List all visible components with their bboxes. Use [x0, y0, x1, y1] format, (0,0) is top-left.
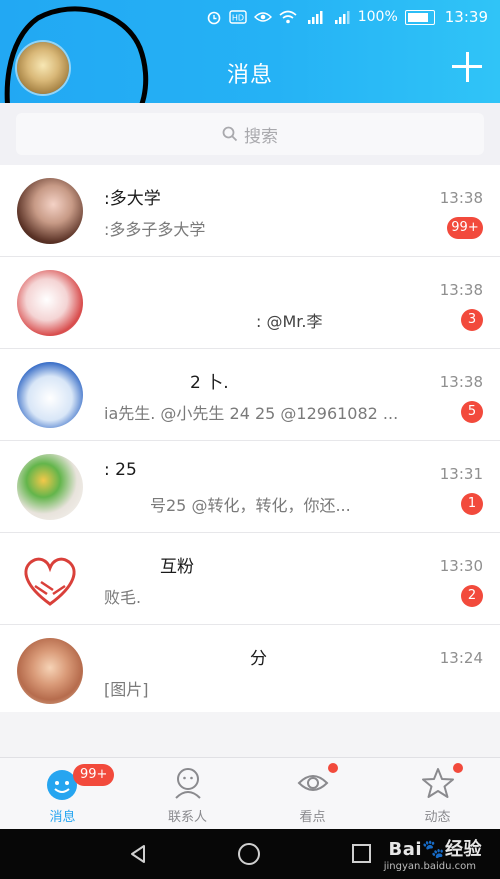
conversation-preview: [图片]	[104, 680, 149, 699]
watermark-brand-2: 经验	[445, 839, 482, 860]
unread-badge: 99+	[447, 217, 483, 239]
conversation-name: 分	[250, 649, 267, 669]
app-header: HD 100% 13:39 消息	[0, 0, 500, 103]
conversation-preview: :多多子多大学	[104, 220, 206, 239]
heart-hands-icon	[24, 557, 76, 606]
watermark-logo: Bai🐾经验	[389, 835, 482, 861]
unread-badge: 5	[461, 401, 483, 423]
tab-label: 动态	[424, 810, 451, 825]
system-nav-bar: Bai🐾经验 jingyan.baidu.com	[0, 829, 500, 879]
watermark-brand: Bai	[388, 839, 423, 860]
conversation-time: 13:38	[439, 281, 483, 299]
status-bar: HD 100% 13:39	[206, 4, 488, 30]
back-icon[interactable]	[128, 844, 148, 864]
conversation-name: : 25	[104, 460, 137, 480]
tab-kandian[interactable]: 看点	[250, 758, 375, 830]
battery-percent: 100%	[357, 9, 398, 25]
conversation-time: 13:31	[439, 465, 483, 483]
signal-2g-icon	[334, 11, 350, 24]
unread-badge: 2	[461, 585, 483, 607]
conversation-preview: 号25 @转化，转化，你还...	[150, 496, 351, 515]
bottom-tab-bar: 99+ 消息 联系人 看点 动态	[0, 757, 500, 830]
conversation-row[interactable]: :多大学 :多多子多大学 13:38 99+	[0, 165, 500, 257]
contact-avatar	[17, 454, 83, 520]
conversation-row[interactable]: : 25 号25 @转化，转化，你还... 13:31 1	[0, 441, 500, 533]
tab-label: 看点	[299, 810, 326, 825]
paw-icon: 🐾	[422, 839, 445, 860]
tab-moments[interactable]: 动态	[375, 758, 500, 830]
search-area: 搜索	[0, 103, 500, 165]
conversation-name: 2 卜.	[190, 373, 229, 393]
conversation-row[interactable]: 2 卜. ia先生. @小先生 24 25 @12961082 ... 13:3…	[0, 349, 500, 441]
battery-icon	[404, 9, 435, 25]
conversation-name: :多大学	[104, 189, 161, 209]
contact-avatar	[17, 638, 83, 704]
contact-avatar	[17, 270, 83, 336]
eye-view-icon	[297, 775, 329, 791]
tab-label: 联系人	[167, 810, 207, 825]
unread-badge: 3	[461, 309, 483, 331]
conversation-row[interactable]: 互粉 败毛. 13:30 2	[0, 533, 500, 625]
star-icon	[422, 768, 454, 798]
conversation-time: 13:24	[439, 649, 483, 667]
page-title: 消息	[226, 63, 273, 88]
conversation-time: 13:30	[439, 557, 483, 575]
home-icon[interactable]	[238, 843, 260, 865]
recent-apps-icon[interactable]	[352, 844, 371, 863]
watermark-url: jingyan.baidu.com	[383, 861, 476, 872]
contact-avatar	[17, 546, 83, 612]
wifi-icon	[279, 10, 297, 24]
new-content-dot	[453, 763, 463, 773]
tab-unread-badge: 99+	[73, 764, 115, 786]
signal-4g-icon	[307, 11, 323, 24]
svg-text:HD: HD	[232, 14, 244, 23]
contact-avatar	[17, 178, 83, 244]
eye-icon	[253, 12, 272, 22]
search-icon	[222, 126, 238, 142]
clock: 13:39	[444, 8, 488, 26]
tab-contacts[interactable]: 联系人	[125, 758, 250, 830]
conversation-time: 13:38	[439, 189, 483, 207]
conversation-row[interactable]: 分 [图片] 13:24	[0, 625, 500, 717]
conversation-name: 互粉	[160, 557, 194, 577]
list-end-spacer	[0, 712, 500, 757]
unread-badge: 1	[461, 493, 483, 515]
conversation-time: 13:38	[439, 373, 483, 391]
alarm-icon	[207, 11, 221, 25]
hd-icon: HD	[229, 10, 247, 24]
conversation-row[interactable]: : @Mr.李 13:38 3	[0, 257, 500, 349]
contact-avatar	[17, 362, 83, 428]
conversation-preview: ia先生. @小先生 24 25 @12961082 ...	[104, 404, 399, 423]
search-input[interactable]: 搜索	[16, 113, 484, 155]
conversation-list: :多大学 :多多子多大学 13:38 99+ : @Mr.李 13:38 3 2…	[0, 165, 500, 717]
conversation-preview: 败毛.	[104, 588, 142, 607]
tab-messages[interactable]: 99+ 消息	[0, 758, 125, 830]
add-plus-button[interactable]	[452, 52, 482, 82]
contacts-icon	[175, 768, 201, 799]
new-content-dot	[328, 763, 338, 773]
tab-label: 消息	[49, 810, 76, 825]
search-placeholder: 搜索	[244, 126, 278, 147]
